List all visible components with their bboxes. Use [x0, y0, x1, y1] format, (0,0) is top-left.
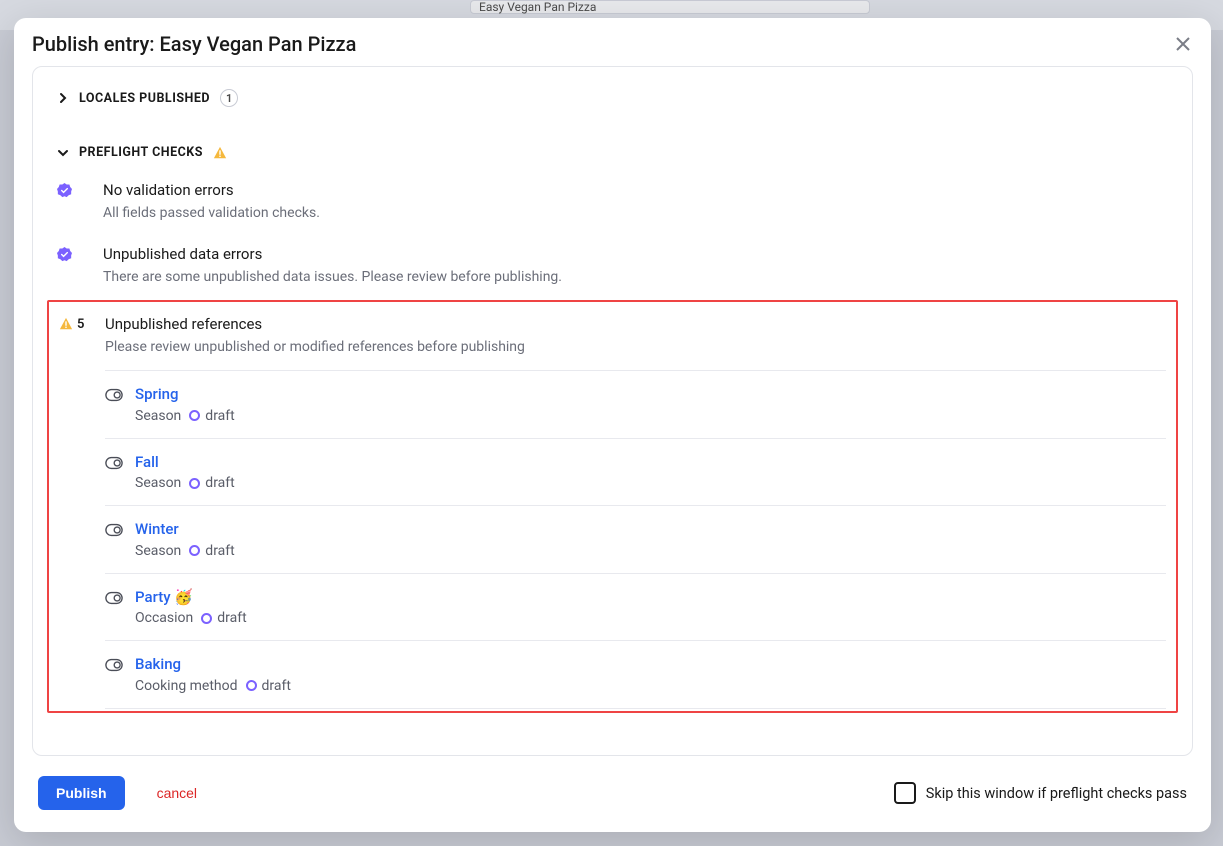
- check-title: No validation errors: [103, 180, 1168, 201]
- modal-title: Publish entry: Easy Vegan Pan Pizza: [32, 32, 356, 56]
- status-indicator-icon: [189, 410, 200, 421]
- check-desc: There are some unpublished data issues. …: [103, 267, 1168, 288]
- chevron-down-icon: [57, 147, 69, 159]
- status-text: draft: [205, 475, 234, 491]
- status-badge: draft: [201, 610, 246, 626]
- check-title: Unpublished references: [105, 314, 1166, 335]
- check-circle-icon: [57, 183, 72, 198]
- preflight-section-toggle[interactable]: PREFLIGHT CHECKS: [57, 145, 1168, 160]
- reference-type: Season: [135, 408, 181, 424]
- unpublished-references-box: 5 Unpublished references Please review u…: [47, 300, 1178, 713]
- list-item: Spring Season draft: [105, 370, 1166, 438]
- status-badge: draft: [189, 543, 234, 559]
- status-text: draft: [205, 408, 234, 424]
- skip-checkbox[interactable]: [894, 782, 916, 804]
- skip-label[interactable]: Skip this window if preflight checks pas…: [926, 785, 1187, 802]
- reference-type: Season: [135, 543, 181, 559]
- preflight-title: PREFLIGHT CHECKS: [79, 145, 203, 160]
- status-text: draft: [217, 610, 246, 626]
- reference-link[interactable]: Winter: [135, 520, 1166, 540]
- locales-title: LOCALES PUBLISHED: [79, 91, 210, 106]
- check-validation: No validation errors All fields passed v…: [57, 172, 1168, 236]
- status-indicator-icon: [189, 478, 200, 489]
- check-circle-icon: [57, 247, 72, 262]
- reference-link[interactable]: Baking: [135, 655, 1166, 675]
- reference-type: Season: [135, 475, 181, 491]
- status-badge: draft: [189, 408, 234, 424]
- publish-button[interactable]: Publish: [38, 776, 125, 810]
- check-unpublished-data: Unpublished data errors There are some u…: [57, 236, 1168, 300]
- status-indicator-icon: [201, 613, 212, 624]
- warning-icon: [59, 317, 73, 331]
- status-badge: draft: [189, 475, 234, 491]
- chevron-right-icon: [57, 92, 69, 104]
- status-indicator-icon: [246, 680, 257, 691]
- check-unpublished-refs: 5 Unpublished references Please review u…: [59, 306, 1166, 366]
- tag-icon: [105, 388, 123, 402]
- list-item: Fall Season draft: [105, 438, 1166, 506]
- warning-count: 5: [77, 317, 84, 332]
- list-item: Winter Season draft: [105, 505, 1166, 573]
- tag-icon: [105, 456, 123, 470]
- status-badge: draft: [246, 678, 291, 694]
- status-text: draft: [262, 678, 291, 694]
- locales-section-toggle[interactable]: LOCALES PUBLISHED 1: [57, 89, 1168, 107]
- check-desc: All fields passed validation checks.: [103, 203, 1168, 224]
- tag-icon: [105, 658, 123, 672]
- check-desc: Please review unpublished or modified re…: [105, 337, 1166, 358]
- reference-type: Occasion: [135, 610, 193, 626]
- list-item: Party 🥳 Occasion draft: [105, 573, 1166, 641]
- reference-link[interactable]: Party 🥳: [135, 588, 1166, 608]
- reference-type: Cooking method: [135, 678, 238, 694]
- locales-count: 1: [220, 89, 238, 107]
- close-icon[interactable]: [1173, 34, 1193, 54]
- status-text: draft: [205, 543, 234, 559]
- reference-link[interactable]: Spring: [135, 385, 1166, 405]
- publish-modal: Publish entry: Easy Vegan Pan Pizza LOCA…: [14, 18, 1211, 832]
- status-indicator-icon: [189, 545, 200, 556]
- tag-icon: [105, 523, 123, 537]
- background-field: Easy Vegan Pan Pizza: [470, 0, 870, 14]
- warning-icon: [213, 146, 227, 160]
- tag-icon: [105, 591, 123, 605]
- reference-link[interactable]: Fall: [135, 453, 1166, 473]
- cancel-button[interactable]: cancel: [157, 785, 197, 801]
- list-item: Baking Cooking method draft: [105, 640, 1166, 709]
- check-title: Unpublished data errors: [103, 244, 1168, 265]
